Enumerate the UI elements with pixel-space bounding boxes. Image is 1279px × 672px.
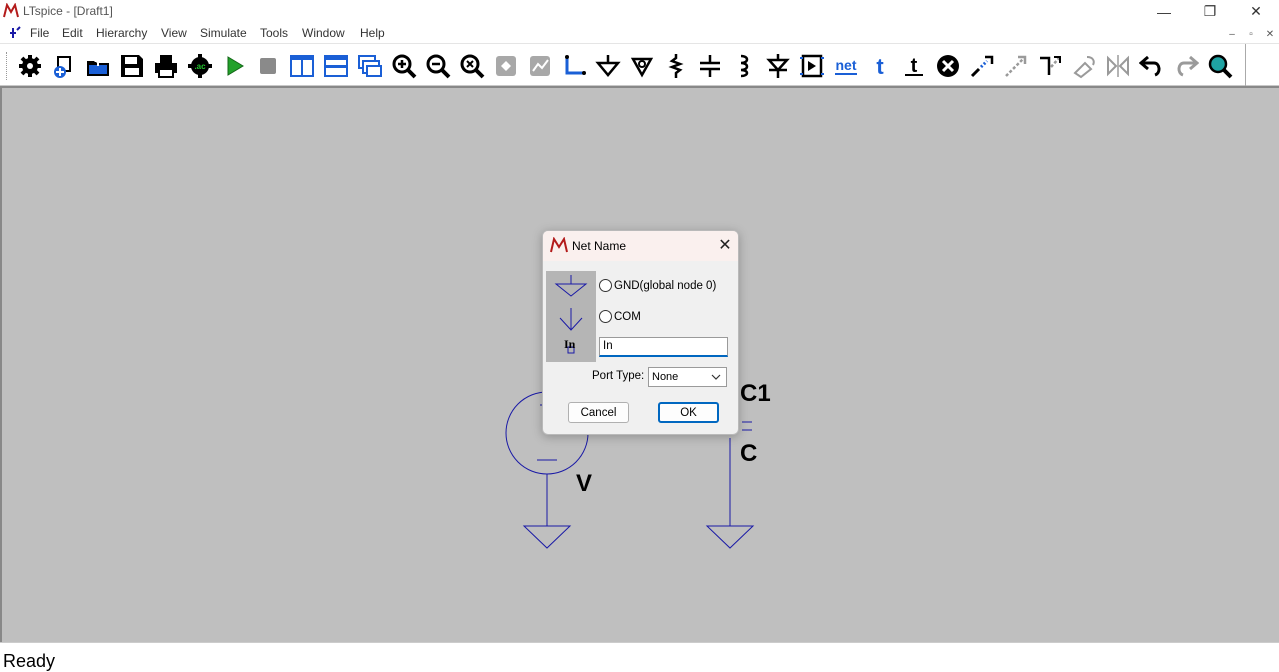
- toolbar-separator: [1245, 44, 1246, 87]
- close-button[interactable]: ✕: [1233, 0, 1279, 23]
- port-type-select[interactable]: None: [648, 367, 727, 387]
- net-name-input[interactable]: In: [599, 337, 728, 357]
- duplicate-icon[interactable]: [967, 51, 997, 81]
- dialog-title-bar[interactable]: Net Name ✕: [543, 231, 738, 261]
- settings-icon[interactable]: [15, 51, 45, 81]
- pan-icon[interactable]: [491, 51, 521, 81]
- menu-edit[interactable]: Edit: [62, 26, 83, 40]
- tile-vertical-icon[interactable]: [287, 51, 317, 81]
- port-type-value: None: [652, 371, 679, 383]
- zoom-out-icon[interactable]: [423, 51, 453, 81]
- gnd-radio[interactable]: [599, 279, 612, 292]
- open-icon[interactable]: [83, 51, 113, 81]
- ltspice-logo-icon: [550, 237, 568, 253]
- mdi-minimize-button[interactable]: –: [1224, 27, 1240, 41]
- save-icon[interactable]: [117, 51, 147, 81]
- inductor-icon[interactable]: [729, 51, 759, 81]
- spice-directive-net-icon[interactable]: net: [831, 51, 861, 81]
- net-preview-panel: In: [546, 271, 596, 362]
- zoom-in-icon[interactable]: [389, 51, 419, 81]
- new-schematic-icon[interactable]: [49, 51, 79, 81]
- find-icon[interactable]: [1205, 51, 1235, 81]
- schematic-doc-icon[interactable]: [7, 25, 23, 41]
- minimize-button[interactable]: —: [1141, 0, 1187, 23]
- voltage-source-label: V: [576, 470, 593, 497]
- capacitor-icon[interactable]: [695, 51, 725, 81]
- chevron-down-icon: [711, 374, 721, 380]
- com-radio[interactable]: [599, 310, 612, 323]
- mdi-restore-button[interactable]: ▫: [1243, 27, 1259, 41]
- ground-symbol-left: [522, 525, 572, 549]
- gnd-radio-label[interactable]: GND(global node 0): [614, 280, 716, 292]
- status-text: Ready: [3, 651, 56, 671]
- dialog-close-button[interactable]: ✕: [715, 235, 735, 255]
- title-bar: LTspice - [Draft1] — ❐ ✕: [0, 0, 1279, 23]
- cancel-button[interactable]: Cancel: [568, 402, 629, 423]
- drag-icon[interactable]: [1035, 51, 1065, 81]
- ltspice-logo-icon: [3, 3, 19, 18]
- cascade-icon[interactable]: [355, 51, 385, 81]
- text-icon[interactable]: t: [865, 51, 895, 81]
- preview-net-label: In: [564, 337, 576, 351]
- menu-window[interactable]: Window: [302, 26, 345, 40]
- wire-icon[interactable]: [559, 51, 589, 81]
- port-type-label: Port Type:: [592, 370, 645, 382]
- menu-hierarchy[interactable]: Hierarchy: [96, 26, 147, 40]
- zoom-fit-icon[interactable]: [457, 51, 487, 81]
- toolbar-grip[interactable]: [6, 52, 9, 80]
- menu-bar: File Edit Hierarchy View Simulate Tools …: [0, 23, 1279, 43]
- menu-simulate[interactable]: Simulate: [200, 26, 247, 40]
- rotate-icon[interactable]: [1069, 51, 1099, 81]
- net-name-dialog: Net Name ✕ In GND(global node 0) COM In …: [542, 230, 739, 435]
- diode-icon[interactable]: [763, 51, 793, 81]
- label-net-icon[interactable]: [627, 51, 657, 81]
- mdi-close-button[interactable]: ✕: [1262, 27, 1278, 41]
- redo-icon[interactable]: [1171, 51, 1201, 81]
- com-radio-label[interactable]: COM: [614, 311, 641, 323]
- menu-help[interactable]: Help: [360, 26, 385, 40]
- svg-text:net: net: [836, 57, 857, 73]
- svg-text:t: t: [911, 55, 918, 77]
- ok-button[interactable]: OK: [658, 402, 719, 423]
- resistor-icon[interactable]: [661, 51, 691, 81]
- tile-horizontal-icon[interactable]: [321, 51, 351, 81]
- run-icon[interactable]: [219, 51, 249, 81]
- component-icon[interactable]: [797, 51, 827, 81]
- ground-symbol-right: [705, 525, 755, 549]
- window-title: LTspice - [Draft1]: [23, 4, 113, 18]
- halt-icon[interactable]: [253, 51, 283, 81]
- status-bar: Ready: [0, 642, 1279, 671]
- ground-icon[interactable]: [593, 51, 623, 81]
- com-radio-option[interactable]: COM: [599, 310, 641, 323]
- menu-file[interactable]: File: [30, 26, 49, 40]
- svg-text:.ac: .ac: [194, 62, 206, 71]
- menu-view[interactable]: View: [161, 26, 187, 40]
- undo-icon[interactable]: [1137, 51, 1167, 81]
- gnd-radio-option[interactable]: GND(global node 0): [599, 279, 716, 292]
- menu-tools[interactable]: Tools: [260, 26, 288, 40]
- svg-text:t: t: [876, 54, 884, 79]
- autorange-icon[interactable]: [525, 51, 555, 81]
- toolbar: .ac net t t: [0, 43, 1279, 87]
- mirror-icon[interactable]: [1103, 51, 1133, 81]
- capacitor-name-label: C1: [740, 380, 771, 407]
- spice-directive-icon[interactable]: t: [899, 51, 929, 81]
- control-panel-icon[interactable]: .ac: [185, 51, 215, 81]
- dialog-title: Net Name: [572, 239, 627, 253]
- delete-icon[interactable]: [933, 51, 963, 81]
- print-icon[interactable]: [151, 51, 181, 81]
- move-icon[interactable]: [1001, 51, 1031, 81]
- restore-button[interactable]: ❐: [1187, 0, 1233, 23]
- capacitor-value-label: C: [740, 440, 758, 467]
